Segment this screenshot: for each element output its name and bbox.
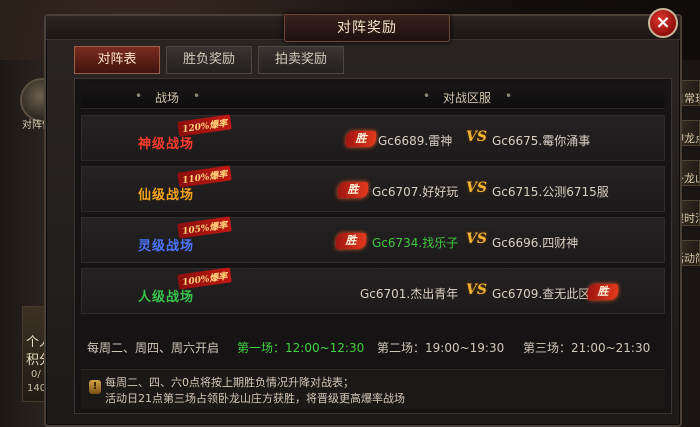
vs-icon: VS <box>466 180 487 196</box>
header-dot: • <box>193 89 201 103</box>
left-server: Gc6707.好好玩 <box>372 185 459 199</box>
window-title-plate: 对阵奖励 <box>284 14 450 42</box>
notice-line-2: 活动日21点第三场占领卧龙山庄方获胜，将晋级更高爆率战场 <box>105 392 405 405</box>
battlefield-row[interactable]: 神级战场 120%爆率 胜 Gc6689.雷神 VS Gc6675.霉你涌事 <box>81 114 665 161</box>
drop-rate-badge: 100%爆率 <box>177 267 233 290</box>
right-server: Gc6715.公测6715服 <box>492 185 609 199</box>
tab-win-loss-reward[interactable]: 胜负奖励 <box>166 46 252 74</box>
window-title: 对阵奖励 <box>337 20 397 36</box>
win-badge: 胜 <box>338 182 368 198</box>
win-badge: 胜 <box>336 233 366 249</box>
drop-rate-badge: 105%爆率 <box>177 216 233 239</box>
table-header: • 战场 • • 对战区服 • <box>81 85 665 109</box>
battlefield-row[interactable]: 仙级战场 110%爆率 胜 Gc6707.好好玩 VS Gc6715.公测671… <box>81 165 665 212</box>
close-icon[interactable]: × <box>648 8 678 38</box>
left-server: Gc6701.杰出青年 <box>360 287 459 301</box>
header-dot: • <box>135 89 143 103</box>
header-servers: 对战区服 <box>443 91 492 105</box>
tab-auction-reward[interactable]: 拍卖奖励 <box>258 46 344 74</box>
drop-rate-badge: 120%爆率 <box>177 114 233 137</box>
schedule-bar: 每周二、周四、周六开启 第一场：12:00~12:30 第二场：19:00~19… <box>81 331 665 361</box>
tab-schedule[interactable]: 对阵表 <box>74 46 160 74</box>
drop-rate-badge: 110%爆率 <box>177 165 233 188</box>
right-server: Gc6696.四财神 <box>492 236 579 250</box>
header-battlefield: 战场 <box>155 91 180 105</box>
battle-reward-window: 对阵奖励 对阵表 胜负奖励 拍卖奖励 • 战场 • • 对战区服 • 神级战场 … <box>44 14 682 427</box>
schedule-slot-1: 第一场：12:00~12:30 <box>237 341 365 355</box>
schedule-panel: • 战场 • • 对战区服 • 神级战场 120%爆率 胜 Gc6689.雷神 … <box>74 78 672 414</box>
notice-box: ! 每周二、四、六0点将按上期胜负情况升降对战表； 活动日21点第三场占领卧龙山… <box>81 369 665 409</box>
win-badge: 胜 <box>588 284 618 300</box>
tier-name: 仙级战场 <box>138 188 195 203</box>
right-server: Gc6709.查无此区 <box>492 287 591 301</box>
tab-bar: 对阵表 胜负奖励 拍卖奖励 <box>74 46 344 74</box>
schedule-days: 每周二、周四、周六开启 <box>87 341 220 355</box>
score-value: 0/ <box>31 369 41 380</box>
schedule-slot-3: 第三场：21:00~21:30 <box>523 341 651 355</box>
vs-icon: VS <box>466 282 487 298</box>
tier-name: 神级战场 <box>138 137 195 152</box>
header-dot: • <box>423 89 431 103</box>
left-server: Gc6689.雷神 <box>378 134 453 148</box>
header-dot: • <box>505 89 513 103</box>
left-server: Gc6734.找乐子 <box>372 236 459 250</box>
tier-name: 人级战场 <box>138 290 195 305</box>
right-server: Gc6675.霉你涌事 <box>492 134 591 148</box>
battlefield-row[interactable]: 灵级战场 105%爆率 胜 Gc6734.找乐子 VS Gc6696.四财神 <box>81 216 665 263</box>
win-badge: 胜 <box>346 131 376 147</box>
schedule-slot-2: 第二场：19:00~19:30 <box>377 341 505 355</box>
info-icon: ! <box>89 380 101 394</box>
vs-icon: VS <box>466 231 487 247</box>
battlefield-row[interactable]: 人级战场 100%爆率 Gc6701.杰出青年 VS Gc6709.查无此区 胜 <box>81 267 665 314</box>
vs-icon: VS <box>466 129 487 145</box>
tier-name: 灵级战场 <box>138 239 195 254</box>
notice-line-1: 每周二、四、六0点将按上期胜负情况升降对战表； <box>105 376 354 389</box>
